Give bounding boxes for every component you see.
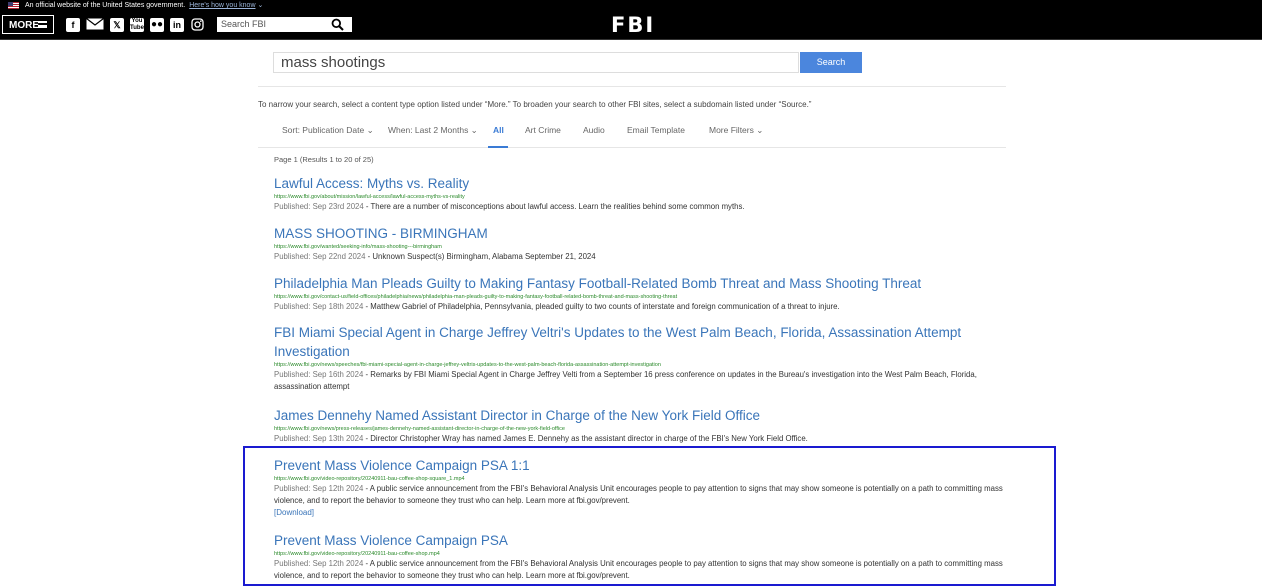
result-date: Published: Sep 16th 2024 [274,370,364,379]
header-search-placeholder: Search FBI [221,19,267,29]
youtube-icon[interactable]: You Tube [130,18,144,32]
us-flag-icon [8,2,19,9]
search-button[interactable]: Search [800,52,862,73]
search-result: Philadelphia Man Pleads Guilty to Making… [274,274,1004,313]
flickr-icon[interactable]: ●● [150,18,164,32]
x-icon[interactable]: 𝕏 [110,18,124,32]
page-info: Page 1 (Results 1 to 20 of 25) [274,155,374,164]
divider [258,86,1006,87]
result-url-link[interactable]: https://www.fbi.gov/contact-us/field-off… [274,293,1004,301]
tab-all[interactable]: All [493,125,504,135]
search-result: FBI Miami Special Agent in Charge Jeffre… [274,323,1004,393]
result-date: Published: Sep 13th 2024 [274,434,364,443]
result-title-link[interactable]: MASS SHOOTING - BIRMINGHAM [274,224,1004,243]
chevron-down-icon[interactable]: ⌄ [258,0,264,11]
when-dropdown[interactable]: When: Last 2 Months ⌄ [388,125,478,136]
sort-dropdown[interactable]: Sort: Publication Date ⌄ [282,125,374,136]
result-text: - Matthew Gabriel of Philadelphia, Penns… [363,302,840,311]
result-title-link[interactable]: Philadelphia Man Pleads Guilty to Making… [274,274,1004,293]
more-menu-button[interactable]: MORE [2,15,54,34]
result-summary: Published: Sep 13th 2024 - Director Chri… [274,433,1004,445]
result-title-link[interactable]: Lawful Access: Myths vs. Reality [274,174,1004,193]
fbi-logo[interactable]: FBI [611,14,655,37]
result-text: - Remarks by FBI Miami Special Agent in … [274,370,977,391]
result-summary: Published: Sep 23rd 2024 - There are a n… [274,201,1004,213]
result-url-link[interactable]: https://www.fbi.gov/news/press-releases/… [274,425,1004,433]
tab-audio[interactable]: Audio [583,125,605,135]
selection-highlight-box [243,446,1056,586]
result-url-link[interactable]: https://www.fbi.gov/news/speeches/fbi-mi… [274,361,1004,369]
gov-banner: An official website of the United States… [0,0,1262,11]
search-result: Lawful Access: Myths vs. Reality https:/… [274,174,1004,213]
more-label: MORE [9,20,39,31]
result-text: - There are a number of misconceptions a… [363,202,745,211]
result-url-link[interactable]: https://www.fbi.gov/wanted/seeking-info/… [274,243,1004,251]
top-navbar: MORE f 𝕏 You Tube ●● in Search FBI FBI [0,11,1262,40]
result-date: Published: Sep 22nd 2024 [274,252,366,261]
search-hint: To narrow your search, select a content … [258,100,812,109]
search-result: MASS SHOOTING - BIRMINGHAM https://www.f… [274,224,1004,263]
gov-banner-text: An official website of the United States… [25,2,186,9]
tab-email-template[interactable]: Email Template [627,125,685,135]
facebook-icon[interactable]: f [66,18,80,32]
heres-how-you-know-link[interactable]: Here's how you know [189,0,255,11]
tab-art-crime[interactable]: Art Crime [525,125,561,135]
result-summary: Published: Sep 16th 2024 - Remarks by FB… [274,369,1004,393]
email-icon[interactable] [86,18,104,32]
result-date: Published: Sep 18th 2024 [274,302,364,311]
result-text: - Director Christopher Wray has named Ja… [363,434,808,443]
more-filters-dropdown[interactable]: More Filters ⌄ [709,125,763,136]
search-query-text: mass shootings [281,54,386,71]
search-result: James Dennehy Named Assistant Director i… [274,406,1004,445]
social-links: f 𝕏 You Tube ●● in [66,18,210,32]
main-search-input[interactable]: mass shootings [273,52,799,73]
result-url-link[interactable]: https://www.fbi.gov/about/mission/lawful… [274,193,1004,201]
result-title-link[interactable]: James Dennehy Named Assistant Director i… [274,406,1004,425]
result-summary: Published: Sep 18th 2024 - Matthew Gabri… [274,301,1004,313]
search-icon[interactable] [331,18,344,31]
result-date: Published: Sep 23rd 2024 [274,202,364,211]
instagram-icon[interactable] [190,18,204,32]
result-text: - Unknown Suspect(s) Birmingham, Alabama… [365,252,596,261]
result-summary: Published: Sep 22nd 2024 - Unknown Suspe… [274,251,1004,263]
divider [258,147,1006,148]
active-tab-indicator [488,146,508,148]
result-title-link[interactable]: FBI Miami Special Agent in Charge Jeffre… [274,323,1004,361]
linkedin-icon[interactable]: in [170,18,184,32]
hamburger-icon [38,21,47,28]
